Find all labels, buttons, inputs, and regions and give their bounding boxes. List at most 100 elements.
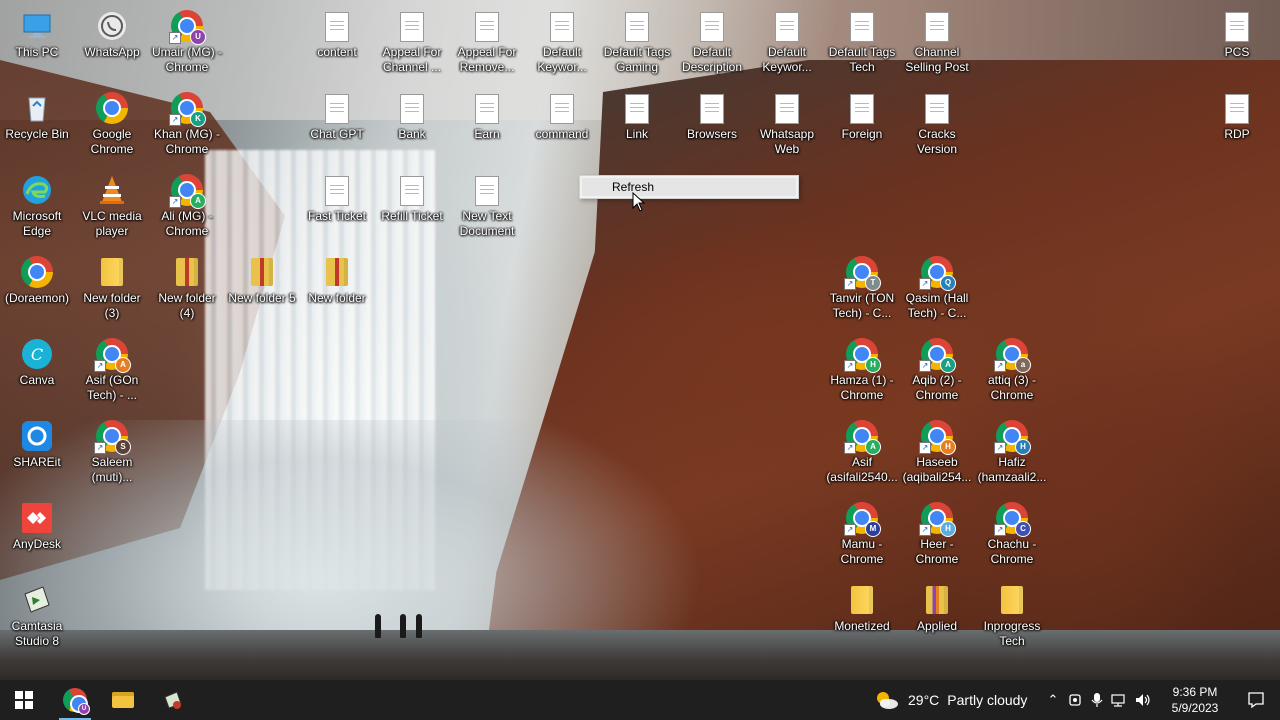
- text-document-icon: [625, 12, 649, 42]
- text-document-icon: [550, 94, 574, 124]
- desktop-icon-default-tags-tech[interactable]: Default Tags Tech: [825, 4, 899, 75]
- icon-glyph: [21, 584, 53, 616]
- icon-glyph: C: [21, 338, 53, 370]
- taskbar-chrome-button[interactable]: U: [51, 680, 99, 720]
- desktop-icon-foreign[interactable]: Foreign: [825, 86, 899, 142]
- desktop-icon-cracks-version[interactable]: Cracks Version: [900, 86, 974, 157]
- edge-icon: [23, 176, 51, 204]
- network-icon[interactable]: [1110, 692, 1128, 708]
- desktop-icon-asif[interactable]: ↗ A Asif (asifali2540...: [825, 414, 899, 485]
- taskbar-clock[interactable]: 9:36 PM 5/9/2023: [1160, 684, 1230, 716]
- desktop-icon-qasim[interactable]: ↗ Q Qasim (Hall Tech) - C...: [900, 250, 974, 321]
- desktop-icon-new-folder-4[interactable]: New folder (4): [150, 250, 224, 321]
- desktop-icon-heer[interactable]: ↗ H Heer - Chrome: [900, 496, 974, 567]
- desktop-icon-inprogress-tech[interactable]: Inprogress Tech: [975, 578, 1049, 649]
- desktop-icon-default-tags-gaming[interactable]: Default Tags Gaming: [600, 4, 674, 75]
- desktop-icon-label: Umair (MG) - Chrome: [152, 45, 222, 74]
- desktop-icon-content[interactable]: content: [300, 4, 374, 60]
- desktop-icon-asif-gon[interactable]: ↗ A Asif (GOn Tech) - ...: [75, 332, 149, 403]
- desktop-icon-earn[interactable]: Earn: [450, 86, 524, 142]
- desktop-icon-saleem[interactable]: ↗ S Saleem (muti)...: [75, 414, 149, 485]
- desktop-icon-label: Default Keywor...: [537, 45, 587, 74]
- taskbar-app-button[interactable]: [149, 680, 197, 720]
- desktop-icon-fast-ticket[interactable]: Fast Ticket: [300, 168, 374, 224]
- context-menu-refresh[interactable]: Refresh: [582, 178, 796, 196]
- desktop-icon-default-keyword-2[interactable]: Default Keywor...: [750, 4, 824, 75]
- desktop-icon-label: Channel Selling Post: [905, 45, 969, 74]
- desktop-icon-hamza[interactable]: ↗ H Hamza (1) - Chrome: [825, 332, 899, 403]
- desktop-icon-google-chrome[interactable]: Google Chrome: [75, 86, 149, 157]
- desktop-icon-link[interactable]: Link: [600, 86, 674, 142]
- volume-icon[interactable]: [1134, 692, 1152, 708]
- chrome-icon: ↗ T: [844, 256, 880, 290]
- desktop-icon-label: Earn: [474, 127, 500, 141]
- desktop-icon-chat-gpt[interactable]: Chat GPT: [300, 86, 374, 142]
- text-document-icon: [325, 176, 349, 206]
- taskbar-file-explorer-button[interactable]: [99, 680, 147, 720]
- desktop-icon-aqib[interactable]: ↗ A Aqib (2) - Chrome: [900, 332, 974, 403]
- meet-now-icon[interactable]: [1068, 692, 1084, 708]
- desktop-icon-channel-selling[interactable]: Channel Selling Post: [900, 4, 974, 75]
- desktop-icon-pcs[interactable]: PCS: [1200, 4, 1274, 60]
- desktop-icon-vlc[interactable]: VLC media player: [75, 168, 149, 239]
- desktop-icon-whatsapp[interactable]: WhatsApp: [75, 4, 149, 60]
- start-button[interactable]: [0, 680, 48, 720]
- text-document-icon: [400, 176, 424, 206]
- chrome-icon: ↗ A: [94, 338, 130, 372]
- desktop-icon-ali[interactable]: ↗ A Ali (MG) - Chrome: [150, 168, 224, 239]
- desktop-icon-monetized[interactable]: Monetized: [825, 578, 899, 634]
- desktop-icon-label: Mamu - Chrome: [840, 537, 884, 566]
- desktop-icon-tanvir[interactable]: ↗ T Tanvir (TON Tech) - C...: [825, 250, 899, 321]
- desktop-icon-hafiz[interactable]: ↗ H Hafiz (hamzaali2...: [975, 414, 1049, 485]
- desktop-icon-this-pc[interactable]: This PC: [0, 4, 74, 60]
- icon-glyph: [21, 174, 53, 206]
- desktop-icon-new-folder-5[interactable]: New folder 5: [225, 250, 299, 306]
- partly-cloudy-icon: [877, 692, 898, 709]
- folder-icon: [326, 258, 348, 286]
- show-hidden-icons-chevron-icon[interactable]: ⌃: [1044, 692, 1062, 708]
- desktop-icon-label: VLC media player: [82, 209, 142, 238]
- folder-icon: [251, 258, 273, 286]
- desktop-icon-rdp[interactable]: RDP: [1200, 86, 1274, 142]
- desktop-icon-shareit[interactable]: SHAREit: [0, 414, 74, 470]
- desktop-icon-khan[interactable]: ↗ K Khan (MG) - Chrome: [150, 86, 224, 157]
- desktop-icon-bank[interactable]: Bank: [375, 86, 449, 142]
- icon-glyph: ↗ S: [94, 420, 130, 454]
- desktop-icon-mamu[interactable]: ↗ M Mamu - Chrome: [825, 496, 899, 567]
- microphone-icon[interactable]: [1090, 692, 1104, 708]
- svg-text:C: C: [31, 345, 43, 364]
- desktop-icon-chachu[interactable]: ↗ C Chachu - Chrome: [975, 496, 1049, 567]
- notification-center-button[interactable]: [1232, 680, 1280, 720]
- icon-glyph: [321, 256, 353, 288]
- icon-glyph: [921, 10, 953, 42]
- wallpaper-ground: [0, 630, 1280, 680]
- desktop-icon-browsers[interactable]: Browsers: [675, 86, 749, 142]
- desktop-icon-refill-ticket[interactable]: Refill Ticket: [375, 168, 449, 224]
- weather-widget[interactable]: 29°C Partly cloudy: [872, 680, 1027, 720]
- desktop-icon-whatsapp-web[interactable]: Whatsapp Web: [750, 86, 824, 157]
- desktop-icon-command[interactable]: command: [525, 86, 599, 142]
- desktop[interactable]: This PC WhatsApp ↗ U Umair (MG) - Chrome cont…: [0, 0, 1280, 680]
- desktop-icon-label: Qasim (Hall Tech) - C...: [905, 291, 969, 320]
- text-document-icon: [475, 176, 499, 206]
- desktop-icon-label: New folder (3): [83, 291, 141, 320]
- shareit-icon: [22, 421, 52, 451]
- desktop-icon-canva[interactable]: C Canva: [0, 332, 74, 388]
- desktop-icon-default-keyword-1[interactable]: Default Keywor...: [525, 4, 599, 75]
- desktop-icon-doraemon[interactable]: (Doraemon): [0, 250, 74, 306]
- desktop-icon-new-folder-3[interactable]: New folder (3): [75, 250, 149, 321]
- desktop-icon-camtasia[interactable]: Camtasia Studio 8: [0, 578, 74, 649]
- desktop-icon-new-text-doc[interactable]: New Text Document: [450, 168, 524, 239]
- desktop-icon-attiq[interactable]: ↗ a attiq (3) - Chrome: [975, 332, 1049, 403]
- desktop-icon-edge[interactable]: Microsoft Edge: [0, 168, 74, 239]
- desktop-icon-applied[interactable]: Applied: [900, 578, 974, 634]
- desktop-icon-appeal-remove[interactable]: Appeal For Remove...: [450, 4, 524, 75]
- desktop-icon-default-description[interactable]: Default Description: [675, 4, 749, 75]
- desktop-icon-haseeb[interactable]: ↗ H Haseeb (aqibali254...: [900, 414, 974, 485]
- desktop-icon-umair[interactable]: ↗ U Umair (MG) - Chrome: [150, 4, 224, 75]
- desktop-icon-appeal-channel[interactable]: Appeal For Channel ...: [375, 4, 449, 75]
- desktop-icon-recycle-bin[interactable]: Recycle Bin: [0, 86, 74, 142]
- desktop-icon-new-folder[interactable]: New folder: [300, 250, 374, 306]
- taskbar: U 29°C Partly cloudy ⌃ 9:36 PM 5/9/2023: [0, 680, 1280, 720]
- desktop-icon-anydesk[interactable]: AnyDesk: [0, 496, 74, 552]
